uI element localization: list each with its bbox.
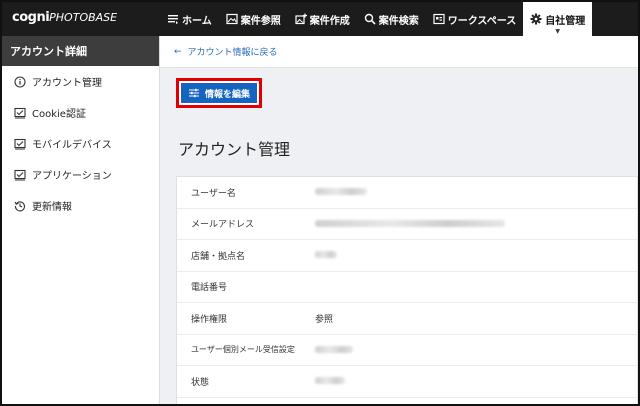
- gear-icon: [530, 13, 542, 25]
- field-row-username: ユーザー名: [177, 177, 637, 209]
- sidebar-item-update-info[interactable]: 更新情報: [2, 190, 159, 221]
- nav-project-view-label: 案件参照: [240, 15, 281, 27]
- sidebar-item-label: モバイルデバイス: [32, 140, 112, 151]
- sidebar: アカウント詳細 アカウント管理 Cookie認証 モバイルデバイス アプリケーシ…: [2, 36, 160, 404]
- workspace-icon: [433, 13, 445, 25]
- nav-project-search-label: 案件検索: [378, 15, 419, 27]
- checkbox-icon: [14, 138, 26, 150]
- checkbox-icon: [14, 107, 26, 119]
- nav-company-admin[interactable]: 自社管理 ▼: [523, 2, 593, 36]
- redacted-value: [315, 377, 345, 385]
- account-details-card: ユーザー名 メールアドレス 店舗・拠点名 電話番号 操作権限 参照 ユーザー個別…: [176, 176, 638, 404]
- chevron-down-icon: ▼: [555, 28, 561, 35]
- nav-project-create[interactable]: 案件作成: [288, 2, 357, 36]
- sidebar-item-label: Cookie認証: [32, 109, 86, 120]
- field-row-status: 状態: [177, 366, 637, 398]
- main-nav: ホーム 案件参照 案件作成 案件検索 ワークスペース 自社管理 ▼: [160, 2, 593, 36]
- add-image-icon: [295, 13, 307, 25]
- field-label: 電話番号: [191, 283, 228, 294]
- field-value: [315, 219, 637, 229]
- field-value: [315, 187, 637, 197]
- nav-company-admin-label: 自社管理: [545, 15, 586, 27]
- field-value: 参照: [315, 314, 334, 325]
- logo[interactable]: cogniPHOTOBASE: [12, 10, 142, 28]
- field-row-phone: 電話番号: [177, 272, 637, 303]
- main-content: ← アカウント情報に戻る 情報を編集 アカウント管理 ユーザー名 メールアドレス: [160, 36, 638, 404]
- sidebar-item-label: アカウント管理: [32, 78, 102, 89]
- checkbox-icon: [14, 169, 26, 181]
- arrow-left-icon[interactable]: ←: [174, 47, 182, 57]
- info-icon: [14, 75, 26, 88]
- field-value: [315, 376, 637, 386]
- sidebar-item-label: アプリケーション: [32, 171, 112, 182]
- nav-project-create-label: 案件作成: [309, 15, 350, 27]
- nav-home[interactable]: ホーム: [160, 2, 219, 36]
- field-label: 状態: [191, 377, 210, 388]
- logo-part-2: PHOTOBASE: [49, 11, 118, 24]
- redacted-value: [315, 188, 367, 196]
- sliders-icon: [188, 87, 200, 99]
- history-icon: [14, 200, 26, 212]
- sidebar-item-account-management[interactable]: アカウント管理: [2, 66, 159, 97]
- nav-workspace[interactable]: ワークスペース: [426, 2, 524, 36]
- sidebar-item-cookie-auth[interactable]: Cookie認証: [2, 97, 159, 128]
- field-row-email: メールアドレス: [177, 209, 637, 240]
- menu-lines-icon: [167, 13, 179, 25]
- redacted-value: [315, 251, 337, 259]
- field-value: [315, 345, 637, 355]
- nav-home-label: ホーム: [182, 15, 212, 27]
- field-label: メールアドレス: [191, 220, 255, 231]
- back-to-account-info-link[interactable]: アカウント情報に戻る: [188, 45, 278, 58]
- top-navigation-bar: cogniPHOTOBASE ホーム 案件参照 案件作成 案件検索 ワークスペー…: [2, 2, 638, 36]
- redacted-value: [315, 219, 505, 227]
- nav-project-view[interactable]: 案件参照: [219, 2, 288, 36]
- search-icon: [364, 13, 376, 25]
- page-title: アカウント管理: [178, 140, 291, 159]
- app-window: cogniPHOTOBASE ホーム 案件参照 案件作成 案件検索 ワークスペー…: [0, 0, 640, 406]
- breadcrumb: ← アカウント情報に戻る: [160, 36, 638, 68]
- field-value: [315, 250, 637, 260]
- field-row-store: 店舗・拠点名: [177, 240, 637, 272]
- edit-info-button[interactable]: 情報を編集: [181, 83, 258, 103]
- redacted-value: [315, 345, 353, 353]
- field-row-mail-setting: ユーザー個別メール受信設定: [177, 335, 637, 366]
- field-label: 店舗・拠点名: [191, 251, 246, 262]
- field-label: 操作権限: [191, 314, 228, 325]
- logo-part-1: cogni: [12, 10, 50, 25]
- sidebar-item-mobile-devices[interactable]: モバイルデバイス: [2, 128, 159, 159]
- sidebar-item-applications[interactable]: アプリケーション: [2, 159, 159, 190]
- edit-info-button-label: 情報を編集: [205, 88, 251, 99]
- nav-project-search[interactable]: 案件検索: [357, 2, 426, 36]
- field-label: ユーザー名: [191, 188, 236, 199]
- sidebar-header: アカウント詳細: [2, 36, 159, 66]
- field-label: ユーザー個別メール受信設定: [191, 345, 295, 355]
- image-icon: [226, 13, 238, 25]
- edit-button-highlight: 情報を編集: [176, 78, 263, 108]
- sidebar-item-label: 更新情報: [32, 202, 72, 213]
- nav-workspace-label: ワークスペース: [447, 15, 517, 27]
- field-row-permission: 操作権限 参照: [177, 303, 637, 335]
